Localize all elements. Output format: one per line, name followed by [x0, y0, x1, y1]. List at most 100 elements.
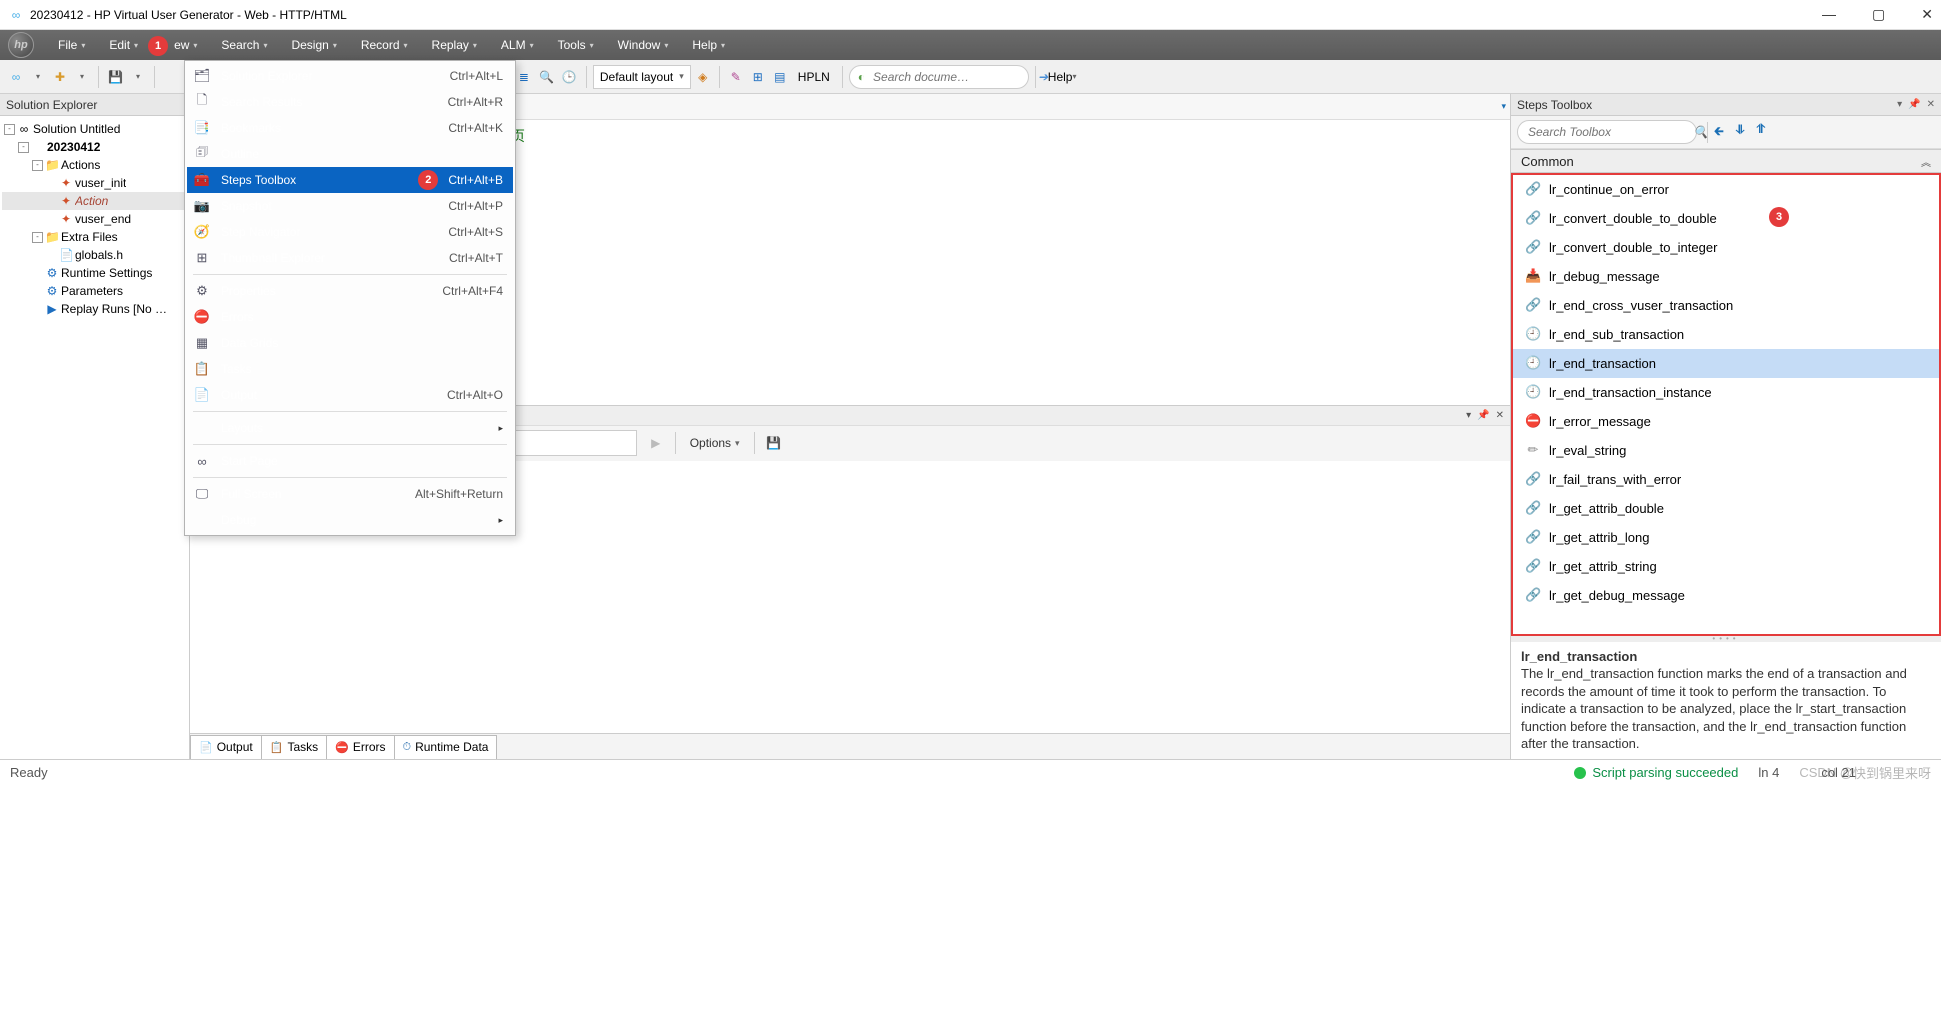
menu-item-output[interactable]: 📄OutputCtrl+Alt+O	[187, 382, 513, 408]
menu-item-errors[interactable]: ⛔Errors	[187, 304, 513, 330]
tab-errors[interactable]: ⛔Errors	[326, 735, 394, 759]
tree-node[interactable]: 📄globals.h	[2, 246, 187, 264]
toolbox-fn-lr_end_cross_vuser_transaction[interactable]: 🔗lr_end_cross_vuser_transaction	[1513, 291, 1939, 320]
menu-item-start-page[interactable]: ∞Start Page	[187, 448, 513, 474]
menu-item-thumbnail-explorer[interactable]: ⊞Thumbnail ExplorerCtrl+Alt+T	[187, 245, 513, 271]
menu-item-snapshot[interactable]: 📷SnapshotCtrl+Alt+P	[187, 193, 513, 219]
tree-node[interactable]: ⚙Runtime Settings	[2, 264, 187, 282]
toolbox-fn-lr_fail_trans_with_error[interactable]: 🔗lr_fail_trans_with_error	[1513, 465, 1939, 494]
menu-item-tasks[interactable]: 📋Tasks	[187, 356, 513, 382]
panel-dropdown-icon[interactable]: ▾	[1466, 410, 1471, 421]
toolbox-fn-lr_convert_double_to_integer[interactable]: 🔗lr_convert_double_to_integer	[1513, 233, 1939, 262]
menu-window[interactable]: Window▾	[606, 34, 681, 56]
toolbox-fn-lr_convert_double_to_double[interactable]: 🔗lr_convert_double_to_double	[1513, 204, 1939, 233]
toolbox-fn-lr_end_transaction_instance[interactable]: 🕘lr_end_transaction_instance	[1513, 378, 1939, 407]
tree-expand-icon[interactable]: -	[32, 232, 43, 243]
toolbox-fn-lr_continue_on_error[interactable]: 🔗lr_continue_on_error	[1513, 175, 1939, 204]
doc-search-input[interactable]	[871, 69, 1032, 85]
save-icon[interactable]: 💾	[105, 65, 126, 89]
add-item-icon[interactable]: ✚	[50, 65, 70, 89]
options-button[interactable]: Options ▾	[682, 430, 748, 456]
toolbar-dropdown-arrow-3[interactable]: ▾	[128, 65, 148, 89]
nav-back-icon[interactable]: 🡰	[1714, 122, 1724, 143]
panel-pin-icon[interactable]: 📌	[1477, 410, 1489, 421]
tree-node[interactable]: ✦vuser_init	[2, 174, 187, 192]
menu-record[interactable]: Record▾	[349, 34, 420, 56]
toolbar-dropdown-arrow[interactable]: ▾	[28, 65, 48, 89]
grid-icon[interactable]: ⊞	[748, 65, 768, 89]
find-icon[interactable]: 🔍	[536, 65, 557, 89]
menu-search[interactable]: Search▾	[209, 34, 279, 56]
tree-node[interactable]: -∞Solution Untitled	[2, 120, 187, 138]
search-next-icon[interactable]: ▶	[643, 430, 669, 456]
tree-node[interactable]: -📁Extra Files	[2, 228, 187, 246]
menu-edit[interactable]: Edit▾	[97, 34, 150, 56]
menu-item-debug[interactable]: Debug▸	[187, 507, 513, 533]
toolbox-search-input[interactable]	[1526, 124, 1687, 140]
menu-item-step-navigator[interactable]: 🧭Step NavigatorCtrl+Alt+S	[187, 219, 513, 245]
toolbar-dropdown-arrow-2[interactable]: ▾	[72, 65, 92, 89]
menu-item-search-results[interactable]: 🗋Search ResultsCtrl+Alt+R	[187, 89, 513, 115]
panel-pin-icon[interactable]: 📌	[1908, 99, 1920, 110]
nav-up-icon[interactable]: ⥣	[1756, 122, 1765, 143]
menu-help[interactable]: Help▾	[680, 34, 737, 56]
doc-search[interactable]: ◐ ➔	[849, 65, 1029, 89]
save-snapshot-icon[interactable]: 💾	[761, 430, 787, 456]
toolbox-fn-lr_error_message[interactable]: ⛔lr_error_message	[1513, 407, 1939, 436]
toolbox-fn-lr_get_attrib_double[interactable]: 🔗lr_get_attrib_double	[1513, 494, 1939, 523]
menu-item-layouts[interactable]: Layouts▸	[187, 415, 513, 441]
menu-replay[interactable]: Replay▾	[420, 34, 489, 56]
tab-runtime-data[interactable]: ⏱Runtime Data	[394, 735, 498, 759]
toolbox-fn-lr_get_attrib_long[interactable]: 🔗lr_get_attrib_long	[1513, 523, 1939, 552]
nav-down-icon[interactable]: ⥥	[1736, 122, 1745, 143]
layout-combo[interactable]: Default layout ▾	[593, 65, 691, 89]
bookmark-icon[interactable]: ◈	[693, 65, 713, 89]
menu-alm[interactable]: ALM▾	[489, 34, 546, 56]
menu-design[interactable]: Design▾	[279, 34, 348, 56]
menu-item-properties[interactable]: ⚙PropertiesCtrl+Alt+F4	[187, 278, 513, 304]
menu-item-steps-toolbox[interactable]: 🧰Steps Toolbox2Ctrl+Alt+B	[187, 167, 513, 193]
menu-ew[interactable]: 1ew▾	[150, 34, 209, 56]
menu-item-outline[interactable]: 🗊Outline	[187, 141, 513, 167]
tree-expand-icon[interactable]: -	[4, 124, 15, 135]
toolbox-fn-lr_eval_string[interactable]: ✏lr_eval_string	[1513, 436, 1939, 465]
marker-icon[interactable]: ✎	[726, 65, 746, 89]
tree-node[interactable]: ▶Replay Runs [No …	[2, 300, 187, 318]
tree-node[interactable]: -📁Actions	[2, 156, 187, 174]
menu-item-solution-explorer[interactable]: 🗂Solution ExplorerCtrl+Alt+L	[187, 63, 513, 89]
tree-node[interactable]: -20230412	[2, 138, 187, 156]
panel-dropdown-icon[interactable]: ▾	[1897, 99, 1902, 110]
maximize-button[interactable]: ▢	[1872, 6, 1885, 23]
solution-tree[interactable]: -∞Solution Untitled-20230412-📁Actions✦vu…	[0, 116, 189, 322]
toolbox-function-list[interactable]: 3 🔗lr_continue_on_error🔗lr_convert_doubl…	[1511, 173, 1941, 636]
hpln-label[interactable]: HPLN	[792, 65, 836, 89]
new-solution-icon[interactable]: ∞	[6, 65, 26, 89]
tree-node[interactable]: ✦vuser_end	[2, 210, 187, 228]
menu-file[interactable]: File▾	[46, 34, 97, 56]
close-button[interactable]: ✕	[1921, 6, 1933, 23]
tab-output[interactable]: 📄Output	[190, 735, 262, 759]
menu-tools[interactable]: Tools▾	[546, 34, 606, 56]
toolbox-fn-lr_end_transaction[interactable]: 🕘lr_end_transaction	[1513, 349, 1939, 378]
tree-node[interactable]: ⚙Parameters	[2, 282, 187, 300]
toolbox-fn-lr_end_sub_transaction[interactable]: 🕘lr_end_sub_transaction	[1513, 320, 1939, 349]
toolbox-fn-lr_debug_message[interactable]: 📥lr_debug_message	[1513, 262, 1939, 291]
tab-tasks[interactable]: 📋Tasks	[261, 735, 327, 759]
tree-node[interactable]: ✦Action	[2, 192, 187, 210]
tree-expand-icon[interactable]: -	[32, 160, 43, 171]
help-menu[interactable]: Help ▾	[1042, 65, 1083, 89]
menu-item-bookmarks[interactable]: 📑BookmarksCtrl+Alt+K	[187, 115, 513, 141]
timer-icon[interactable]: 🕒	[559, 65, 580, 89]
toolbox-fn-lr_get_debug_message[interactable]: 🔗lr_get_debug_message	[1513, 581, 1939, 610]
page-icon[interactable]: ▤	[770, 65, 790, 89]
align-left-icon[interactable]: ≣	[514, 65, 534, 89]
toolbox-search[interactable]: 🔍	[1517, 120, 1697, 144]
editor-collapse-icon[interactable]: ▾	[1501, 101, 1506, 112]
minimize-button[interactable]: —	[1822, 6, 1836, 23]
panel-close-icon[interactable]: ✕	[1496, 410, 1504, 421]
tree-expand-icon[interactable]: -	[18, 142, 29, 153]
toolbox-section-header[interactable]: Common ︽	[1511, 149, 1941, 173]
menu-item-full-screen[interactable]: 🖵Full ScreenAlt+Shift+Return	[187, 481, 513, 507]
panel-close-icon[interactable]: ✕	[1927, 99, 1935, 110]
toolbox-fn-lr_get_attrib_string[interactable]: 🔗lr_get_attrib_string	[1513, 552, 1939, 581]
